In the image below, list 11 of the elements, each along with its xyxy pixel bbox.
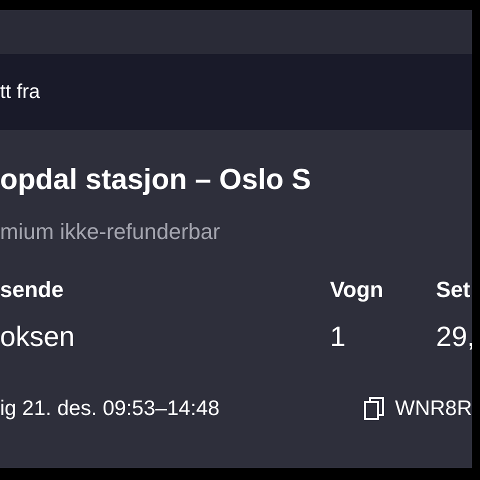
copy-icon[interactable] bbox=[364, 396, 384, 421]
ticket-code: WNR8R bbox=[395, 396, 472, 422]
field-label: Set bbox=[436, 279, 470, 301]
field-value: oksen bbox=[0, 323, 75, 351]
field-label: Vogn bbox=[330, 279, 384, 301]
field-label: sende bbox=[0, 279, 64, 301]
field-value: 1 bbox=[330, 323, 346, 351]
travel-time: ig 21. des. 09:53–14:48 bbox=[0, 396, 221, 422]
route-title: opdal stasjon – Oslo S bbox=[0, 166, 312, 195]
section-title: tt fra bbox=[0, 80, 40, 105]
fare-type: mium ikke-refunderbar bbox=[0, 221, 220, 243]
